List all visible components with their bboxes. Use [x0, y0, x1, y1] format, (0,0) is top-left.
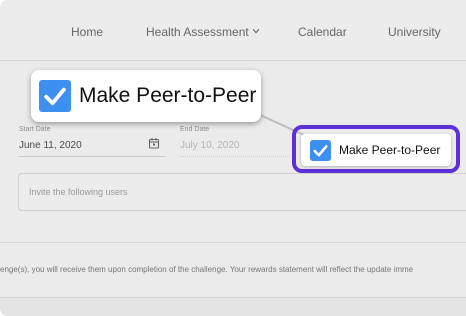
nav-home[interactable]: Home	[71, 25, 103, 39]
start-date-input[interactable]: June 11, 2020	[19, 140, 82, 151]
nav-health-assessment[interactable]: Health Assessment	[146, 25, 260, 39]
zoom-callout: Make Peer-to-Peer	[31, 70, 261, 122]
rewards-notice: enge(s), you will receive them upon comp…	[0, 265, 414, 274]
checkbox-checked-icon	[39, 80, 71, 112]
top-navigation: Home Health Assessment Calendar Universi…	[0, 0, 466, 61]
peer-to-peer-label: Make Peer-to-Peer	[339, 143, 441, 157]
checkmark-icon	[44, 87, 66, 106]
end-date-underline	[180, 155, 290, 157]
nav-health-assessment-label: Health Assessment	[146, 25, 249, 39]
start-date-label: Start Date	[19, 126, 51, 133]
checkbox-checked-icon[interactable]	[310, 140, 331, 161]
chevron-down-icon	[252, 29, 259, 34]
section-divider	[0, 242, 466, 243]
nav-university[interactable]: University	[388, 25, 441, 39]
app-window: Home Health Assessment Calendar Universi…	[0, 0, 466, 316]
nav-calendar[interactable]: Calendar	[298, 25, 347, 39]
start-date-underline	[19, 156, 165, 157]
bottom-panel	[0, 297, 466, 316]
invite-users-placeholder: Invite the following users	[29, 187, 128, 197]
zoom-callout-label: Make Peer-to-Peer	[79, 84, 257, 107]
end-date-label: End Date	[180, 126, 210, 133]
peer-to-peer-checkbox[interactable]: Make Peer-to-Peer	[301, 134, 451, 166]
end-date-input[interactable]: July 10, 2020	[180, 140, 240, 151]
invite-users-input[interactable]: Invite the following users	[18, 173, 466, 211]
calendar-icon[interactable]	[148, 137, 160, 149]
checkmark-icon	[313, 145, 328, 157]
